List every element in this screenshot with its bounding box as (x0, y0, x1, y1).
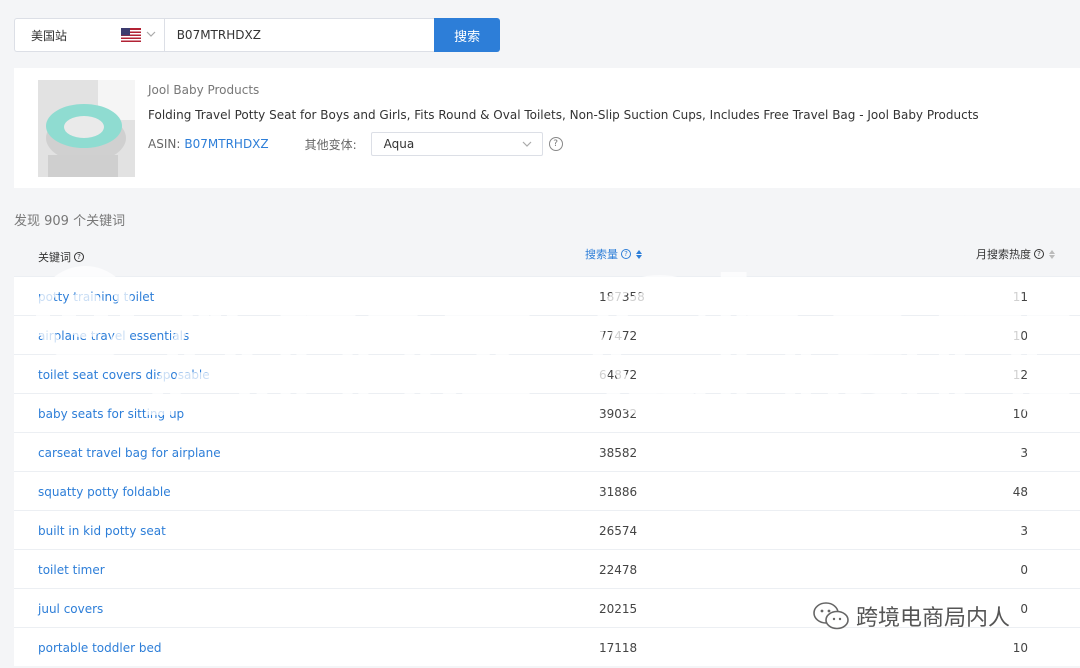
search-volume-cell: 77472 (599, 329, 638, 343)
search-volume-cell: 187358 (599, 290, 645, 304)
column-header-search-volume-label: 搜索量 (585, 248, 618, 261)
site-label: 美国站 (31, 28, 68, 43)
keyword-link[interactable]: portable toddler bed (38, 641, 161, 655)
table-row: built in kid potty seat 26574 3 (14, 510, 1080, 549)
variant-label: 其他变体: (304, 137, 357, 152)
site-select[interactable]: 美国站 (14, 18, 164, 52)
search-volume-cell: 26574 (599, 524, 638, 538)
product-brand: Jool Baby Products (148, 83, 260, 97)
monthly-heat-cell: 0 (1020, 563, 1028, 577)
search-volume-cell: 38582 (599, 446, 638, 460)
table-row: juul covers 20215 0 (14, 588, 1080, 627)
monthly-heat-cell: 10 (1012, 329, 1028, 343)
keyword-link[interactable]: airplane travel essentials (38, 329, 189, 343)
monthly-heat-cell: 10 (1012, 641, 1028, 655)
keyword-table: 关键词 ? 搜索量 ? 月搜索热度 ? potty training toile… (14, 236, 1080, 666)
keyword-link[interactable]: potty training toilet (38, 290, 154, 304)
asin-search-input[interactable] (164, 18, 435, 52)
product-image (38, 80, 135, 177)
column-header-keyword: 关键词 ? (38, 249, 84, 265)
table-header: 关键词 ? 搜索量 ? 月搜索热度 ? (14, 236, 1080, 276)
search-volume-cell: 39032 (599, 407, 638, 421)
keyword-link[interactable]: carseat travel bag for airplane (38, 446, 221, 460)
product-title: Folding Travel Potty Seat for Boys and G… (148, 108, 979, 122)
search-volume-cell: 17118 (599, 641, 638, 655)
monthly-heat-cell: 10 (1012, 407, 1028, 421)
us-flag-icon (121, 28, 141, 42)
column-header-monthly-heat-label: 月搜索热度 (976, 248, 1031, 261)
monthly-heat-cell: 0 (1020, 602, 1028, 616)
help-icon[interactable]: ? (1034, 249, 1044, 259)
keyword-link[interactable]: toilet seat covers disposable (38, 368, 210, 382)
monthly-heat-cell: 12 (1012, 368, 1028, 382)
table-row: portable toddler bed 17118 10 (14, 627, 1080, 666)
table-row: potty training toilet 187358 11 (14, 276, 1080, 315)
keyword-link[interactable]: baby seats for sitting up (38, 407, 184, 421)
search-volume-cell: 22478 (599, 563, 638, 577)
help-icon[interactable]: ? (74, 252, 84, 262)
table-row: carseat travel bag for airplane 38582 3 (14, 432, 1080, 471)
monthly-heat-cell: 3 (1020, 524, 1028, 538)
search-button[interactable]: 搜索 (434, 18, 500, 52)
keyword-link[interactable]: toilet timer (38, 563, 105, 577)
sort-icon[interactable] (1049, 249, 1055, 259)
help-icon[interactable]: ? (621, 249, 631, 259)
search-volume-cell: 31886 (599, 485, 638, 499)
table-row: toilet timer 22478 0 (14, 549, 1080, 588)
column-header-monthly-heat[interactable]: 月搜索热度 ? (976, 246, 1055, 262)
table-row: airplane travel essentials 77472 10 (14, 315, 1080, 354)
asin-link[interactable]: B07MTRHDXZ (184, 137, 268, 151)
keyword-link[interactable]: squatty potty foldable (38, 485, 171, 499)
chevron-down-icon (146, 31, 156, 37)
column-header-keyword-label: 关键词 (38, 251, 71, 264)
chevron-down-icon (522, 141, 532, 147)
variant-value: Aqua (383, 137, 415, 151)
monthly-heat-cell: 3 (1020, 446, 1028, 460)
search-bar: 美国站 搜索 (14, 18, 500, 52)
search-volume-cell: 20215 (599, 602, 638, 616)
product-card: Jool Baby Products Folding Travel Potty … (14, 68, 1080, 188)
keyword-link[interactable]: juul covers (38, 602, 103, 616)
help-icon[interactable]: ? (548, 137, 563, 151)
monthly-heat-cell: 48 (1012, 485, 1028, 499)
keyword-count: 发现 909 个关键词 (14, 214, 126, 229)
keyword-link[interactable]: built in kid potty seat (38, 524, 166, 538)
column-header-search-volume[interactable]: 搜索量 ? (585, 246, 642, 262)
table-row: squatty potty foldable 31886 48 (14, 471, 1080, 510)
table-row: toilet seat covers disposable 64872 12 (14, 354, 1080, 393)
asin-label: ASIN: (148, 137, 181, 151)
monthly-heat-cell: 11 (1012, 290, 1028, 304)
asin-row: ASIN: B07MTRHDXZ 其他变体: Aqua ? (148, 132, 563, 156)
table-row: baby seats for sitting up 39032 10 (14, 393, 1080, 432)
variant-select[interactable]: Aqua (370, 132, 543, 156)
search-volume-cell: 64872 (599, 368, 638, 382)
sort-icon[interactable] (636, 249, 642, 259)
